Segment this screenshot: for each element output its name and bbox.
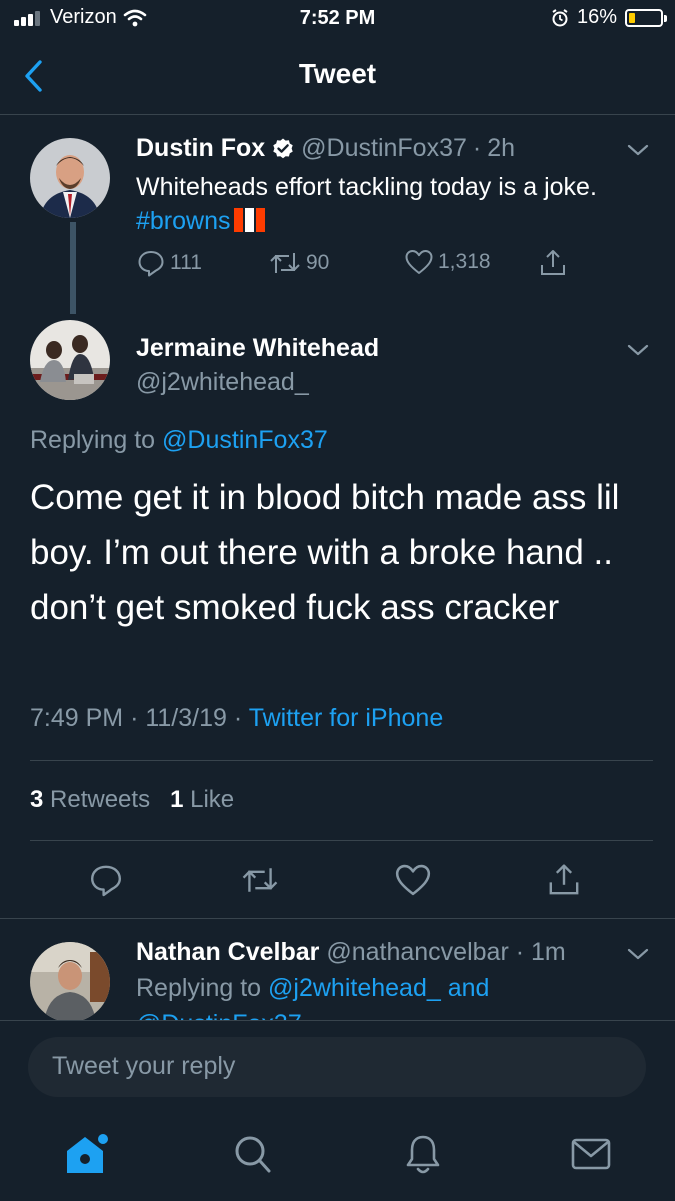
alarm-icon — [552, 8, 568, 26]
tweet-body: Whiteheads effort tackling today is a jo… — [136, 173, 597, 201]
retweet-action[interactable]: 90 — [268, 248, 329, 278]
share-action[interactable] — [538, 248, 568, 278]
author-name[interactable]: Jermaine Whitehead — [136, 334, 379, 363]
mention-link-overflow[interactable]: @DustinFox37 — [136, 1010, 302, 1020]
reply-action[interactable]: 111 — [136, 248, 202, 278]
dot-separator: · — [472, 134, 482, 162]
like-action[interactable]: 1,318 — [404, 248, 491, 276]
reply-input[interactable]: Tweet your reply — [28, 1037, 646, 1097]
author-name[interactable]: Nathan Cvelbar — [136, 938, 319, 966]
tab-messages[interactable] — [570, 1133, 612, 1175]
heart-icon[interactable] — [394, 862, 432, 898]
reply-count: 111 — [170, 251, 202, 274]
reply-icon[interactable] — [88, 862, 124, 898]
author-handle[interactable]: @DustinFox37 — [301, 134, 467, 163]
bell-icon — [406, 1135, 440, 1174]
avatar[interactable] — [30, 320, 110, 400]
mail-icon — [571, 1138, 611, 1170]
tweet-source-link[interactable]: Twitter for iPhone — [249, 704, 444, 732]
retweet-icon[interactable] — [240, 862, 280, 898]
share-icon[interactable] — [546, 862, 582, 898]
browns-flag-emoji — [233, 207, 267, 241]
tweet-time: 7:49 PM — [30, 704, 124, 732]
chevron-down-icon[interactable] — [626, 342, 650, 358]
avatar[interactable] — [30, 942, 110, 1022]
retweets-stat[interactable]: 3 Retweets — [30, 786, 150, 813]
replying-to-label: Replying to — [136, 974, 269, 1002]
status-bar: Verizon 7:52 PM 16% — [0, 0, 675, 40]
likes-label: Like — [190, 786, 235, 813]
tweet-age: 2h — [487, 134, 516, 162]
share-icon — [541, 250, 565, 275]
thread-connector-line — [70, 222, 76, 314]
likes-stat[interactable]: 1 Like — [170, 786, 234, 813]
replying-to-line: Replying to @j2whitehead_ and — [136, 974, 489, 1003]
divider — [30, 760, 653, 761]
dot-separator: · — [515, 938, 525, 966]
mention-link[interactable]: @DustinFox37 — [162, 426, 328, 454]
tweet-text: Whiteheads effort tackling today is a jo… — [136, 170, 616, 241]
page-title: Tweet — [298, 58, 377, 89]
tab-notifications[interactable] — [404, 1133, 442, 1175]
replying-to-line: Replying to @DustinFox37 — [30, 426, 328, 455]
author-handle[interactable]: @nathancvelbar — [326, 938, 508, 966]
tweet-age: 1m — [531, 938, 566, 966]
likes-count: 1 — [170, 786, 184, 813]
tweet-timestamp: 7:49 PM · 11/3/19 · Twitter for iPhone — [30, 704, 443, 733]
author-handle[interactable]: @j2whitehead_ — [136, 368, 309, 397]
tweet-header: Nathan Cvelbar @nathancvelbar · 1m — [136, 938, 566, 967]
tab-home[interactable] — [64, 1133, 110, 1175]
search-icon — [235, 1136, 271, 1173]
nav-bar: Tweet — [0, 40, 675, 115]
retweet-count: 90 — [306, 251, 330, 274]
battery-icon — [625, 8, 667, 27]
tweet-header: Dustin Fox @DustinFox37 · 2h — [136, 134, 515, 163]
tab-search[interactable] — [232, 1133, 272, 1175]
mention-link[interactable]: @j2whitehead_ and — [268, 974, 489, 1002]
tweet-text: Come get it in blood bitch made ass lil … — [30, 478, 620, 627]
heart-icon — [405, 250, 433, 274]
hashtag-link[interactable]: #browns — [136, 207, 231, 235]
tweet-date: 11/3/19 — [145, 704, 227, 732]
author-name[interactable]: Dustin Fox — [136, 134, 265, 163]
home-icon — [67, 1134, 108, 1173]
avatar[interactable] — [30, 138, 110, 218]
chevron-down-icon[interactable] — [626, 946, 650, 962]
divider — [0, 918, 675, 919]
replying-to-label: Replying to — [30, 426, 163, 454]
chevron-down-icon[interactable] — [626, 142, 650, 158]
divider — [30, 840, 653, 841]
retweets-count: 3 — [30, 786, 44, 813]
reply-composer-bar: Tweet your reply — [0, 1020, 675, 1201]
battery-percent: 16% — [576, 6, 617, 28]
reply-icon — [138, 251, 164, 277]
engagement-stats: 3 Retweets 1 Like — [30, 786, 234, 814]
dot-separator: · — [233, 704, 249, 732]
dot-separator: · — [130, 704, 146, 732]
retweet-icon — [270, 253, 300, 273]
retweets-label: Retweets — [50, 786, 151, 813]
like-count: 1,318 — [438, 250, 491, 273]
tweet-actions: 111 90 1,318 — [136, 248, 576, 282]
verified-badge-icon — [273, 138, 293, 158]
